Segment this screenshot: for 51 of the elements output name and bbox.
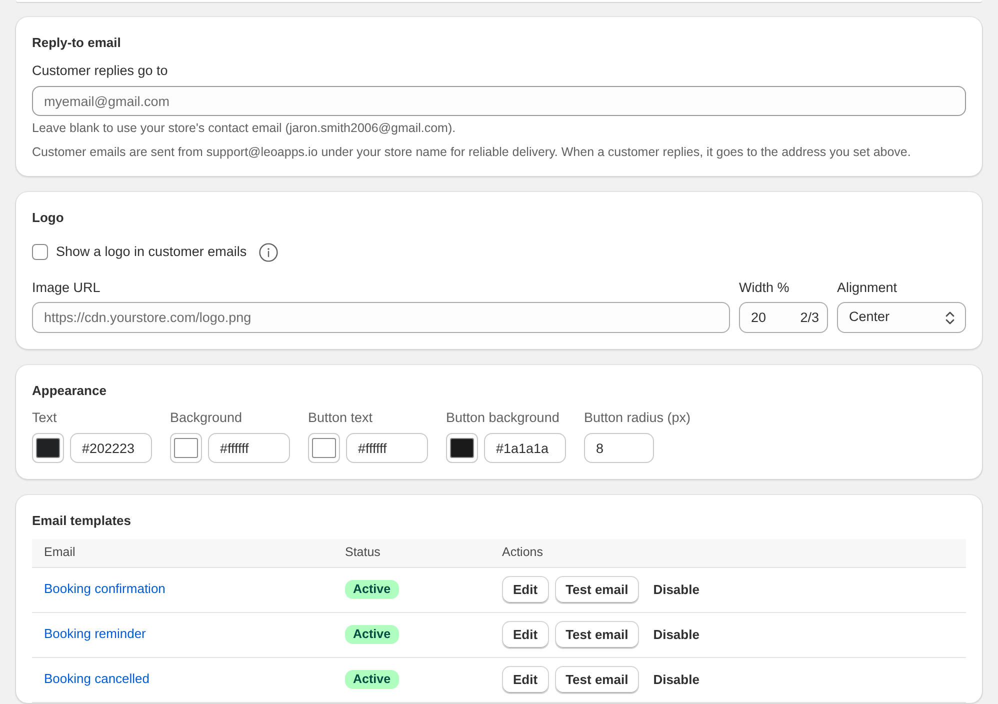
- status-badge: Active: [345, 625, 399, 644]
- action-button[interactable]: Test email: [554, 576, 640, 604]
- field-label: Background: [170, 409, 244, 427]
- hex-input[interactable]: #1a1a1a: [484, 433, 566, 463]
- email-input[interactable]: myemail@gmail.com: [32, 86, 966, 116]
- action-link[interactable]: Disable: [645, 576, 708, 604]
- status-badge: Active: [345, 580, 399, 600]
- field-label: Width %: [739, 279, 790, 297]
- card-title: Email templates: [32, 512, 132, 530]
- action-button[interactable]: Edit: [502, 666, 549, 694]
- field-label: Alignment: [837, 279, 898, 297]
- info-icon[interactable]: [258, 242, 278, 262]
- url-input[interactable]: https://cdn.yourstore.com/logo.png: [32, 302, 730, 333]
- column-header: Status: [333, 539, 490, 567]
- field-label: Button background: [446, 409, 560, 427]
- field-label: Customer replies go to: [32, 62, 169, 80]
- template-link[interactable]: Booking confirmation: [44, 581, 166, 596]
- action-button[interactable]: Test email: [554, 666, 640, 694]
- hex-input[interactable]: #ffffff: [346, 433, 428, 463]
- field-label: Image URL: [32, 279, 102, 297]
- action-button[interactable]: Test email: [554, 620, 640, 648]
- template-link[interactable]: Booking cancelled: [44, 671, 150, 686]
- radius-input[interactable]: 8: [584, 433, 654, 463]
- field-label: Text: [32, 409, 58, 427]
- status-badge: Active: [345, 670, 399, 690]
- select-value: Center: [849, 308, 890, 326]
- show-logo-checkbox[interactable]: [32, 244, 48, 260]
- column-header: Actions: [490, 539, 966, 567]
- hex-input[interactable]: #ffffff: [208, 433, 290, 463]
- alignment-select[interactable]: Center: [837, 302, 966, 333]
- help-text: Customer emails are sent from support@leoapps.io under your store name for reliable delivery. When a customer replies, it goes to the address you set above.: [32, 144, 912, 160]
- help-text: Leave blank to use your store's contact email (jaron.smith2006@gmail.com).: [32, 120, 457, 136]
- column-header: Email: [32, 539, 333, 567]
- checkbox-label: Show a logo in customer emails: [56, 243, 247, 261]
- action-button[interactable]: Edit: [502, 620, 549, 648]
- template-link[interactable]: Booking reminder: [44, 626, 146, 642]
- color-picker-button[interactable]: [32, 433, 64, 463]
- chevron-up-down-icon: [945, 310, 955, 324]
- action-link[interactable]: Disable: [645, 666, 708, 694]
- action-button[interactable]: Edit: [502, 576, 549, 604]
- color-picker-button[interactable]: [446, 433, 478, 463]
- action-link[interactable]: Disable: [645, 620, 708, 648]
- card-title: Logo: [32, 209, 65, 227]
- field-label: Button text: [308, 409, 374, 427]
- color-picker-button[interactable]: [170, 433, 202, 463]
- field-label: Button radius (px): [584, 409, 691, 427]
- hex-input[interactable]: #202223: [70, 433, 152, 463]
- color-picker-button[interactable]: [308, 433, 340, 463]
- field-suffix: 2/3: [800, 310, 819, 326]
- card-title: Reply-to email: [32, 34, 122, 52]
- card-title: Appearance: [32, 382, 108, 400]
